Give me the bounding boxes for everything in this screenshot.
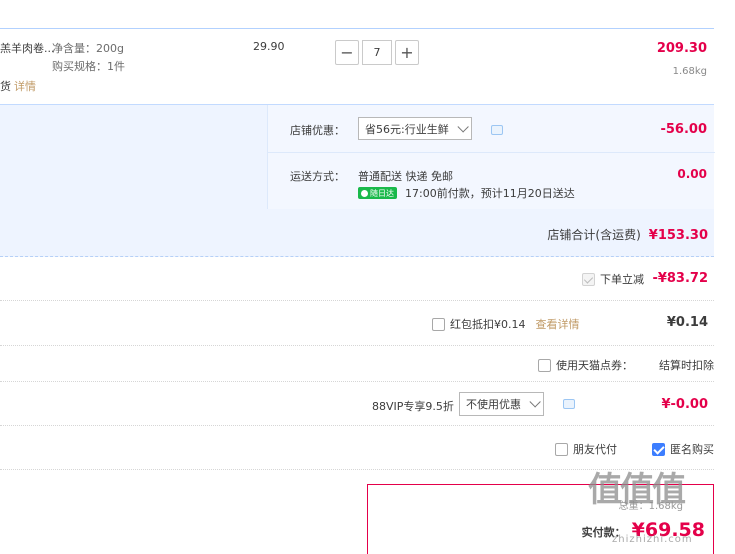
vip-value: ¥-0.00 xyxy=(661,397,708,412)
shipping-eta: 17:00前付款，预计11月20日送达 xyxy=(405,187,575,200)
coupon-value: 结算时扣除 xyxy=(659,359,714,372)
vip-label: 88VIP专享9.5折 xyxy=(372,400,454,413)
instant-discount-option: 下单立减 xyxy=(582,271,644,287)
shop-discount-label: 店铺优惠： xyxy=(290,124,345,137)
watermark-url: zhizhizhi.com xyxy=(612,534,693,545)
product-weight: 1.68kg xyxy=(672,66,707,77)
payment-options-row: 朋友代付 匿名购买 xyxy=(0,426,714,470)
shipping-eta-row: 随日达 17:00前付款，预计11月20日送达 xyxy=(358,185,575,201)
chevron-down-icon xyxy=(529,396,541,408)
chevron-down-icon xyxy=(457,120,469,133)
redpacket-option: 红包抵扣¥0.14 查看详情 xyxy=(432,316,580,332)
lightning-icon xyxy=(361,189,368,197)
quantity-input[interactable]: 7 xyxy=(362,40,392,65)
friend-pay-checkbox[interactable] xyxy=(555,442,568,456)
product-subtotal: 209.30 xyxy=(656,41,707,56)
shop-total-value: ¥153.30 xyxy=(648,228,708,243)
instant-discount-value: -¥83.72 xyxy=(652,271,708,286)
shipping-method[interactable]: 普通配送 快递 免邮 xyxy=(358,168,453,184)
shop-discount-select[interactable]: 省56元:行业生鲜 xyxy=(358,117,472,140)
product-foot: 货详情 xyxy=(0,78,36,94)
shop-total-label: 店铺合计(含运费) xyxy=(547,228,641,242)
coupon-label: 使用天猫点券： xyxy=(556,359,633,372)
message-icon[interactable] xyxy=(563,399,575,409)
anonymous-checkbox[interactable] xyxy=(652,442,665,456)
coupon-option: 使用天猫点券： xyxy=(538,357,633,373)
anonymous-label: 匿名购买 xyxy=(670,443,714,456)
unit-price: 29.90 xyxy=(253,40,285,53)
instant-discount-row: 下单立减 -¥83.72 xyxy=(0,257,714,301)
shop-total: 店铺合计(含运费) ¥153.30 xyxy=(547,226,708,243)
product-row: 羔羊肉卷... 净含量：200g 购买规格：1件 货详情 29.90 − 7 +… xyxy=(0,28,714,104)
product-spec: 购买规格：1件 xyxy=(52,60,125,73)
product-net-content: 净含量：200g xyxy=(52,42,124,55)
instant-discount-label: 下单立减 xyxy=(600,273,644,286)
quantity-minus-button[interactable]: − xyxy=(335,40,359,65)
next-day-badge: 随日达 xyxy=(358,187,397,199)
redpacket-detail-link[interactable]: 查看详情 xyxy=(536,316,580,332)
shipping-value: 0.00 xyxy=(677,167,707,181)
quantity-plus-button[interactable]: + xyxy=(395,40,419,65)
message-icon[interactable] xyxy=(491,125,503,135)
product-name[interactable]: 羔羊肉卷... xyxy=(0,40,55,56)
anonymous-option: 匿名购买 xyxy=(652,441,714,457)
redpacket-label: 红包抵扣¥0.14 xyxy=(450,318,526,331)
coupon-row: 使用天猫点券： 结算时扣除 xyxy=(0,346,714,382)
product-foot-prefix: 货 xyxy=(0,80,11,93)
coupon-checkbox[interactable] xyxy=(538,358,551,372)
next-day-badge-label: 随日达 xyxy=(370,188,394,198)
vip-row: 88VIP专享9.5折 不使用优惠 ¥-0.00 xyxy=(0,382,714,426)
shop-discount-value: -56.00 xyxy=(660,122,707,137)
vip-select-value: 不使用优惠 xyxy=(466,398,521,411)
shop-options-panel: 店铺优惠： 省56元:行业生鲜 -56.00 运送方式： 普通配送 快递 免邮 … xyxy=(267,105,715,209)
divider xyxy=(268,152,715,153)
product-attributes: 净含量：200g 购买规格：1件 xyxy=(52,40,125,76)
redpacket-row: 红包抵扣¥0.14 查看详情 ¥0.14 xyxy=(0,301,714,346)
friend-pay-label: 朋友代付 xyxy=(573,443,617,456)
watermark-logo: 值值值 xyxy=(588,470,686,510)
shipping-label: 运送方式： xyxy=(290,170,345,183)
product-detail-link[interactable]: 详情 xyxy=(14,80,36,93)
quantity-stepper: − 7 + xyxy=(335,40,419,65)
shop-section: 店铺优惠： 省56元:行业生鲜 -56.00 运送方式： 普通配送 快递 免邮 … xyxy=(0,104,715,257)
redpacket-checkbox[interactable] xyxy=(432,317,445,331)
vip-select[interactable]: 不使用优惠 xyxy=(459,392,544,416)
friend-pay-option: 朋友代付 xyxy=(555,441,617,457)
redpacket-value: ¥0.14 xyxy=(666,315,708,330)
shop-discount-select-value: 省56元:行业生鲜 xyxy=(365,122,449,136)
instant-discount-checkbox[interactable] xyxy=(582,272,595,286)
